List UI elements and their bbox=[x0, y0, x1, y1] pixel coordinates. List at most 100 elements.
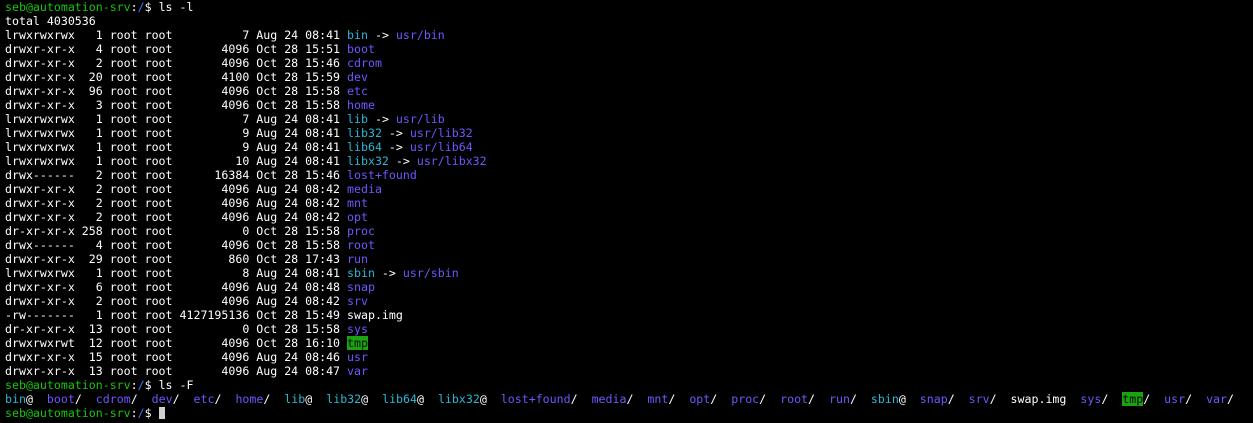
ls-f-entry: sbin bbox=[870, 392, 899, 406]
listing-meta: dr-xr-xr-x 13 root root 0 Oct 28 15:58 bbox=[5, 322, 348, 336]
listing-filename: sys bbox=[347, 322, 368, 336]
listing-filename: usr bbox=[347, 350, 368, 364]
terminal-window[interactable]: seb@automation-srv:/$ ls -l total 403053… bbox=[5, 0, 1251, 423]
ls-f-entry: root bbox=[780, 392, 809, 406]
ls-f-entry: usr bbox=[1164, 392, 1186, 406]
ls-f-suffix: @ bbox=[898, 392, 906, 406]
listing-row: drwxrwxrwt 12 root root 4096 Oct 28 16:1… bbox=[5, 336, 1251, 350]
listing-row: lrwxrwxrwx 1 root root 7 Aug 24 08:41 bi… bbox=[5, 28, 1251, 42]
listing-filename: opt bbox=[347, 210, 368, 224]
ls-f-gap bbox=[221, 392, 235, 406]
ls-f-gap bbox=[1108, 392, 1122, 406]
listing-filename: srv bbox=[347, 294, 368, 308]
prompt-line-3[interactable]: seb@automation-srv:/$ bbox=[5, 406, 1251, 420]
terminal-cursor bbox=[158, 407, 165, 419]
listing-row: drwxr-xr-x 2 root root 4096 Aug 24 08:42… bbox=[5, 182, 1251, 196]
prompt-symbol: $ bbox=[144, 0, 152, 14]
ls-f-gap bbox=[857, 392, 871, 406]
ls-f-output: bin@ boot/ cdrom/ dev/ etc/ home/ lib@ l… bbox=[5, 392, 1251, 406]
ls-f-entry: snap bbox=[919, 392, 948, 406]
prompt-separator: : bbox=[130, 378, 138, 392]
listing-filename: snap bbox=[347, 280, 375, 294]
listing-row: drwx------ 2 root root 16384 Oct 28 15:4… bbox=[5, 168, 1251, 182]
prompt-separator: : bbox=[130, 0, 138, 14]
ls-f-entry: etc bbox=[193, 392, 215, 406]
listing-row: drwx------ 4 root root 4096 Oct 28 15:58… bbox=[5, 238, 1251, 252]
ls-f-entry: srv bbox=[968, 392, 990, 406]
listing-filename: home bbox=[347, 98, 375, 112]
listing-meta: dr-xr-xr-x 258 root root 0 Oct 28 15:58 bbox=[5, 224, 348, 238]
listing-meta: lrwxrwxrwx 1 root root 9 Aug 24 08:41 bbox=[5, 126, 348, 140]
symlink-target: usr/libx32 bbox=[416, 154, 487, 168]
ls-f-gap bbox=[633, 392, 647, 406]
symlink-target: usr/lib64 bbox=[409, 140, 473, 154]
listing-meta: drwxr-xr-x 20 root root 4100 Oct 28 15:5… bbox=[5, 70, 348, 84]
ls-f-suffix: / bbox=[808, 392, 816, 406]
ls-f-suffix: / bbox=[570, 392, 578, 406]
listing-filename: bin bbox=[347, 28, 368, 42]
listing-meta: lrwxrwxrwx 1 root root 9 Aug 24 08:41 bbox=[5, 140, 348, 154]
listing-row: drwxr-xr-x 13 root root 4096 Aug 24 08:4… bbox=[5, 364, 1251, 378]
listing-meta: drwxr-xr-x 2 root root 4096 Aug 24 08:42 bbox=[5, 294, 348, 308]
listing-meta: lrwxrwxrwx 1 root root 7 Aug 24 08:41 bbox=[5, 112, 348, 126]
ls-f-entry: home bbox=[235, 392, 264, 406]
listing-row: lrwxrwxrwx 1 root root 7 Aug 24 08:41 li… bbox=[5, 112, 1251, 126]
ls-f-gap bbox=[138, 392, 152, 406]
ls-f-gap bbox=[368, 392, 382, 406]
listing-row: drwxr-xr-x 15 root root 4096 Aug 24 08:4… bbox=[5, 350, 1251, 364]
listing-filename: dev bbox=[347, 70, 368, 84]
listing-meta: drwxr-xr-x 2 root root 4096 Aug 24 08:42 bbox=[5, 196, 348, 210]
listing-filename: proc bbox=[347, 224, 375, 238]
ls-f-gap bbox=[270, 392, 284, 406]
listing-filename: libx32 bbox=[347, 154, 389, 168]
listing-meta: drwxr-xr-x 2 root root 4096 Oct 28 15:46 bbox=[5, 56, 348, 70]
listing-meta: -rw------- 1 root root 4127195136 Oct 28… bbox=[5, 308, 348, 322]
prompt-line-2: seb@automation-srv:/$ ls -F bbox=[5, 378, 1251, 392]
listing-filename: boot bbox=[347, 42, 375, 56]
symlink-arrow: -> bbox=[381, 140, 410, 154]
ls-f-suffix: / bbox=[130, 392, 138, 406]
listing-row: lrwxrwxrwx 1 root root 9 Aug 24 08:41 li… bbox=[5, 126, 1251, 140]
ls-f-gap bbox=[487, 392, 501, 406]
ls-f-entry: libx32 bbox=[437, 392, 480, 406]
ls-l-listing: lrwxrwxrwx 1 root root 7 Aug 24 08:41 bi… bbox=[5, 28, 1251, 378]
listing-row: drwxr-xr-x 29 root root 860 Oct 28 17:43… bbox=[5, 252, 1251, 266]
listing-row: drwxr-xr-x 6 root root 4096 Aug 24 08:48… bbox=[5, 280, 1251, 294]
symlink-target: usr/lib bbox=[395, 112, 445, 126]
prompt-path: / bbox=[137, 406, 145, 420]
listing-row: drwxr-xr-x 2 root root 4096 Aug 24 08:42… bbox=[5, 196, 1251, 210]
ls-f-gap bbox=[717, 392, 731, 406]
ls-f-entry: run bbox=[828, 392, 850, 406]
prompt-path: / bbox=[137, 378, 145, 392]
listing-meta: lrwxrwxrwx 1 root root 7 Aug 24 08:41 bbox=[5, 28, 348, 42]
ls-f-entry: media bbox=[591, 392, 627, 406]
ls-f-gap bbox=[1150, 392, 1164, 406]
ls-f-suffix: / bbox=[989, 392, 997, 406]
symlink-target: usr/bin bbox=[395, 28, 445, 42]
listing-row: dr-xr-xr-x 13 root root 0 Oct 28 15:58 s… bbox=[5, 322, 1251, 336]
ls-f-gap bbox=[906, 392, 920, 406]
listing-row: drwxr-xr-x 3 root root 4096 Oct 28 15:58… bbox=[5, 98, 1251, 112]
prompt-symbol: $ bbox=[144, 406, 152, 420]
listing-row: lrwxrwxrwx 1 root root 9 Aug 24 08:41 li… bbox=[5, 140, 1251, 154]
listing-row: -rw------- 1 root root 4127195136 Oct 28… bbox=[5, 308, 1251, 322]
listing-meta: drwxr-xr-x 29 root root 860 Oct 28 17:43 bbox=[5, 252, 348, 266]
listing-filename: run bbox=[347, 252, 368, 266]
ls-f-entry: cdrom bbox=[95, 392, 131, 406]
symlink-target: usr/sbin bbox=[402, 266, 459, 280]
listing-filename: sbin bbox=[347, 266, 375, 280]
ls-f-gap bbox=[33, 392, 47, 406]
ls-f-gap bbox=[675, 392, 689, 406]
listing-filename: lost+found bbox=[347, 168, 417, 182]
prompt-user-host: seb@automation-srv bbox=[5, 378, 131, 392]
prompt-path: / bbox=[137, 0, 145, 14]
ls-f-gap bbox=[424, 392, 438, 406]
ls-f-suffix: @ bbox=[25, 392, 33, 406]
listing-row: drwxr-xr-x 2 root root 4096 Aug 24 08:42… bbox=[5, 294, 1251, 308]
listing-filename: cdrom bbox=[347, 56, 382, 70]
listing-row: drwxr-xr-x 96 root root 4096 Oct 28 15:5… bbox=[5, 84, 1251, 98]
listing-meta: lrwxrwxrwx 1 root root 8 Aug 24 08:41 bbox=[5, 266, 348, 280]
listing-row: drwxr-xr-x 2 root root 4096 Oct 28 15:46… bbox=[5, 56, 1251, 70]
listing-meta: drwxr-xr-x 13 root root 4096 Aug 24 08:4… bbox=[5, 364, 348, 378]
listing-meta: drwxr-xr-x 2 root root 4096 Aug 24 08:42 bbox=[5, 210, 348, 224]
